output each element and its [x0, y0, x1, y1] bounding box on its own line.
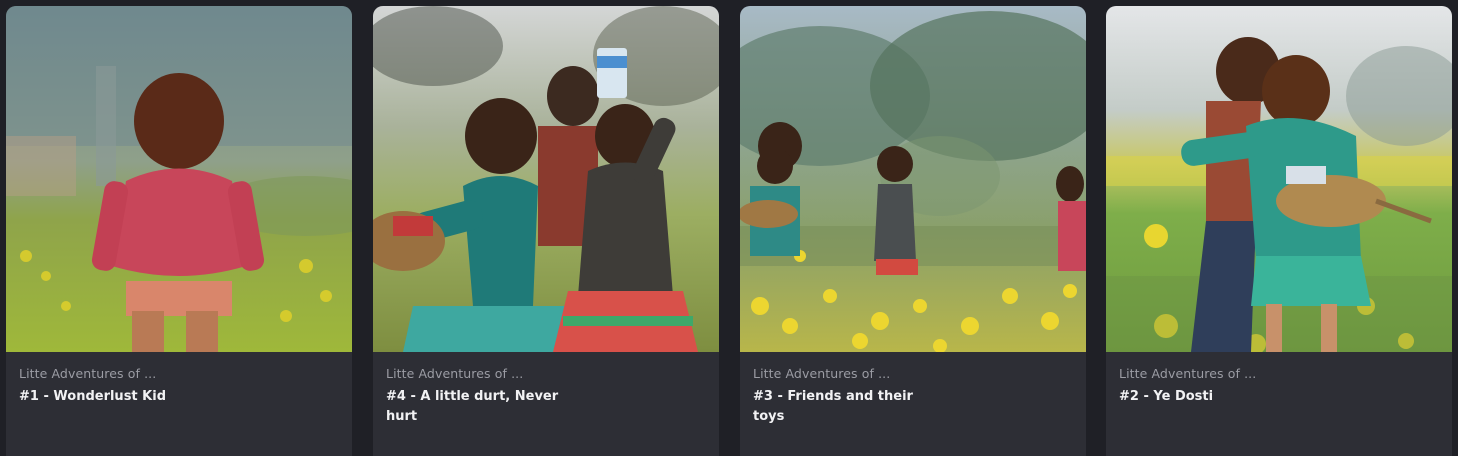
collection-name: Litte Adventures of ... — [386, 366, 524, 381]
collection-name: Litte Adventures of ... — [19, 366, 157, 381]
nft-thumbnail[interactable] — [6, 6, 352, 352]
nft-card[interactable]: Litte Adventures of ... #4 - A little du… — [373, 6, 719, 456]
nft-card[interactable]: Litte Adventures of ... #2 - Ye Dosti — [1106, 6, 1452, 456]
nft-card[interactable]: Litte Adventures of ... #1 - Wonderlust … — [6, 6, 352, 456]
nft-thumbnail[interactable] — [373, 6, 719, 352]
nft-title: #3 - Friends and their toys — [753, 389, 913, 424]
nft-card-grid: Litte Adventures of ... #1 - Wonderlust … — [0, 0, 1458, 456]
nft-thumbnail[interactable] — [1106, 6, 1452, 352]
collection-name: Litte Adventures of ... — [1119, 366, 1257, 381]
collection-name: Litte Adventures of ... — [753, 366, 891, 381]
nft-card[interactable]: Litte Adventures of ... #3 - Friends and… — [740, 6, 1086, 456]
nft-thumbnail[interactable] — [740, 6, 1086, 352]
nft-title: #2 - Ye Dosti — [1119, 389, 1214, 404]
nft-title: #1 - Wonderlust Kid — [19, 389, 167, 404]
nft-title: #4 - A little durt, Never hurt — [386, 389, 559, 424]
